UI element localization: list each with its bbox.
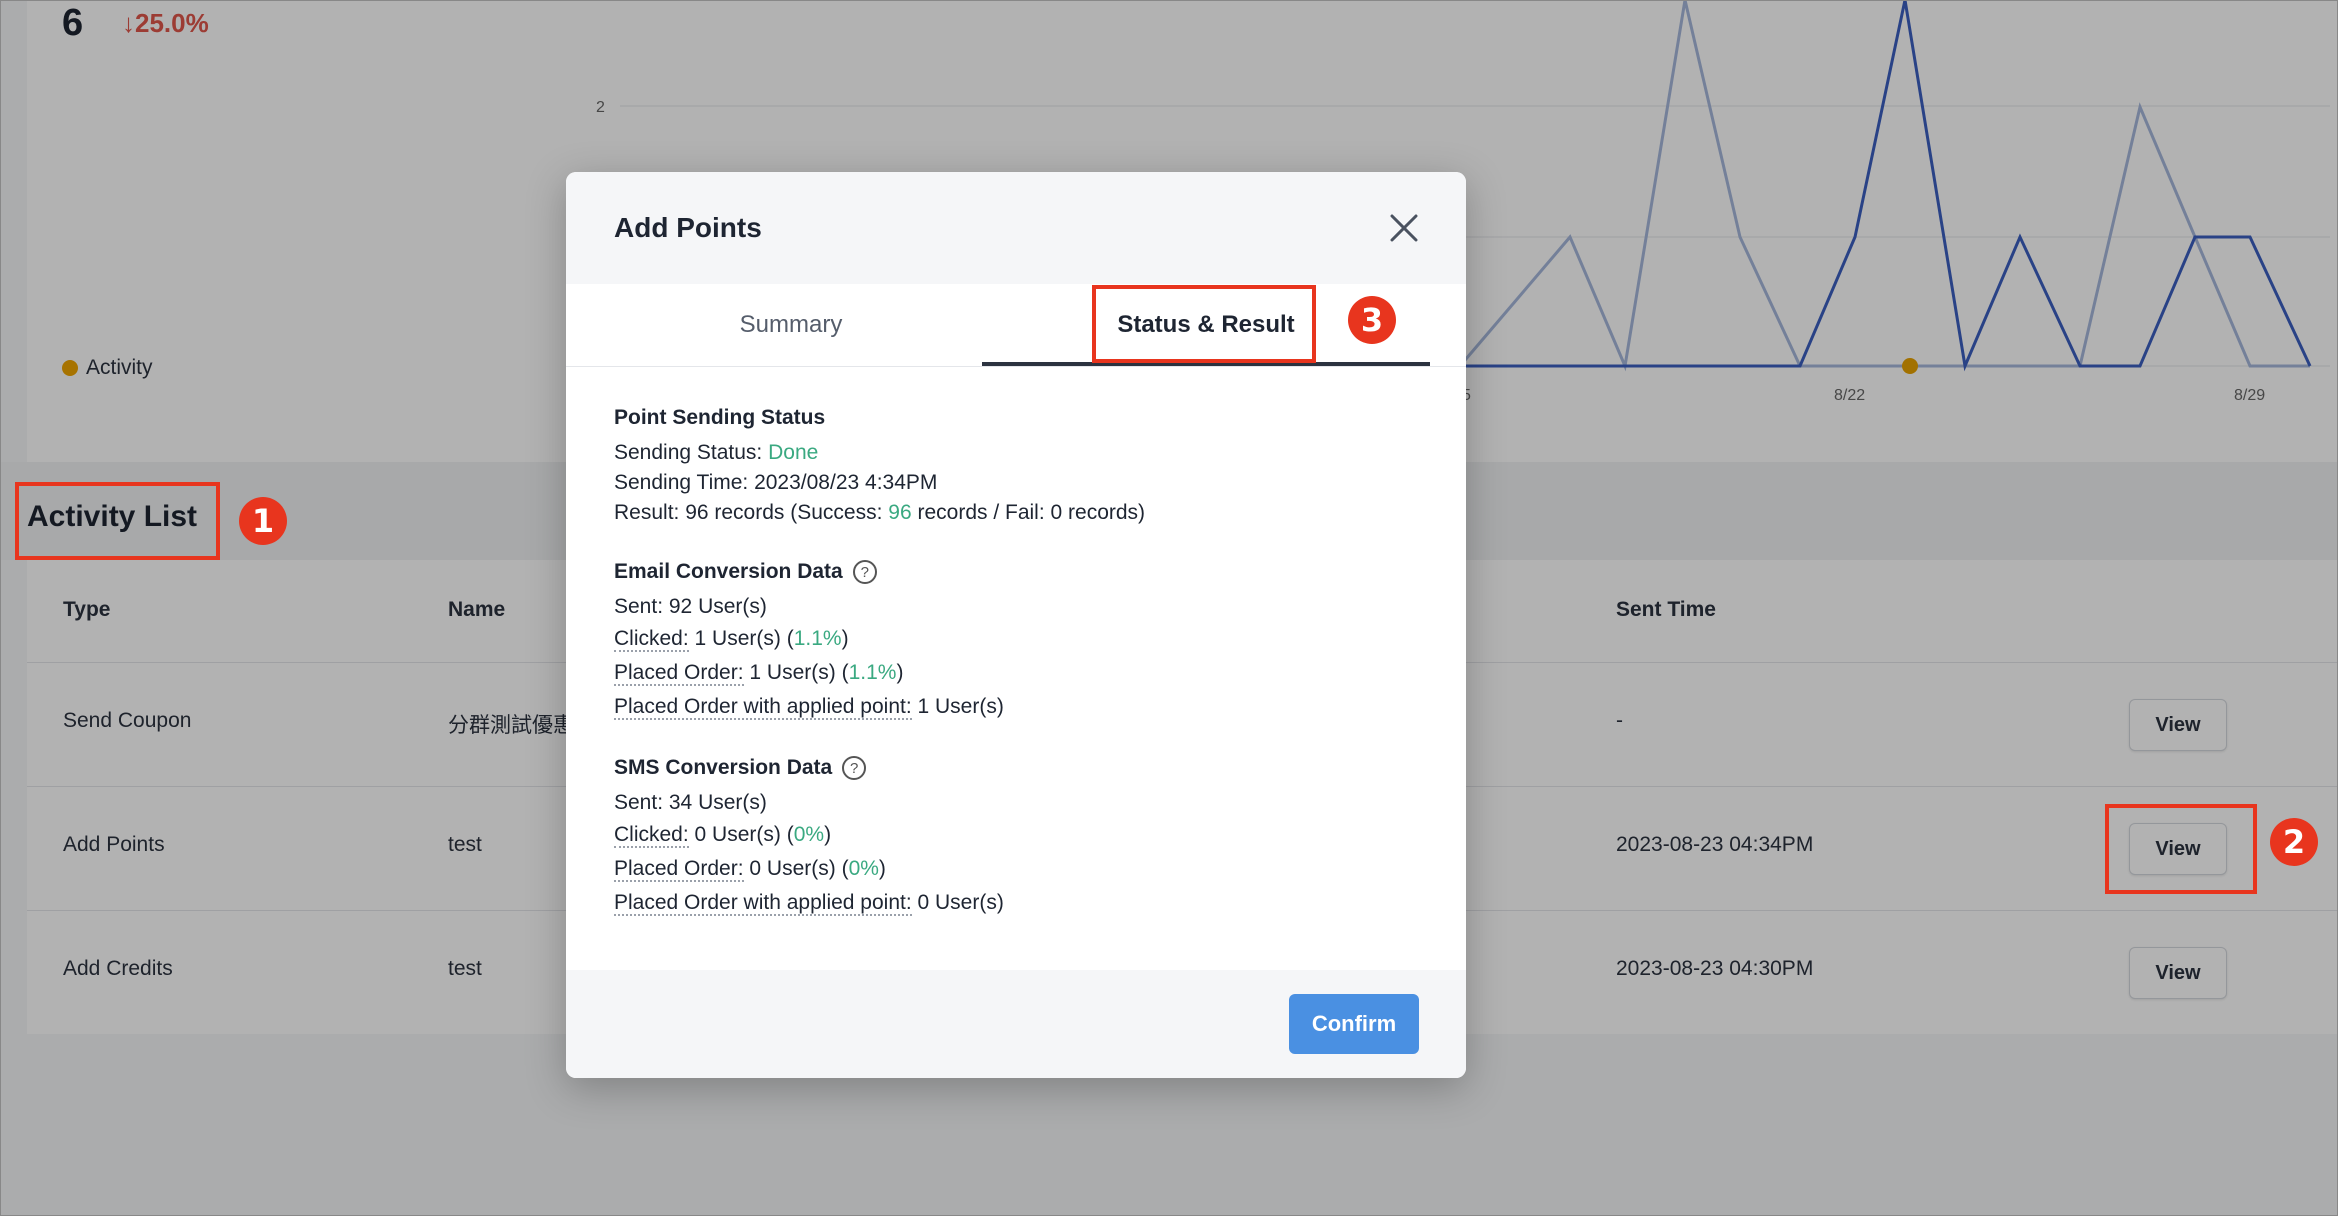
email-applied-value: 1 User(s) [911, 695, 1004, 718]
sending-status-value: Done [768, 441, 819, 464]
email-clicked-pct: 1.1% [793, 627, 842, 650]
sms-sent-value: 34 User(s) [663, 791, 767, 814]
page: 6 ↓25.0% 2 5 8/22 8/29 Activity Activity… [0, 0, 2338, 1216]
email-conversion-title: Email Conversion Data ? [614, 558, 1434, 586]
email-clicked-value: 1 User(s) ( [688, 627, 794, 650]
sms-conversion-label: SMS Conversion Data [614, 756, 833, 779]
annotation-badge-2: 2 [2270, 818, 2318, 866]
modal-header: Add Points [566, 172, 1466, 284]
add-points-modal: Add Points Summary Status & Result Point… [566, 172, 1466, 1078]
sms-applied-value: 0 User(s) [911, 891, 1004, 914]
annotation-badge-1: 1 [239, 497, 287, 545]
annotation-box-activity-list [15, 482, 220, 560]
sms-sent-label: Sent: [614, 791, 664, 814]
annotation-box-view [2105, 804, 2257, 894]
modal-tabs: Summary Status & Result [566, 284, 1466, 367]
annotation-badge-3: 3 [1348, 296, 1396, 344]
sms-sent: Sent: 34 User(s) [614, 788, 1434, 818]
email-conversion-label: Email Conversion Data [614, 560, 843, 583]
modal-body: Point Sending Status Sending Status: Don… [614, 404, 1434, 920]
close-icon[interactable] [1384, 208, 1424, 248]
email-clicked-label[interactable]: Clicked: [614, 627, 689, 652]
email-applied-label[interactable]: Placed Order with applied point: [614, 695, 912, 720]
result-text: Result: 96 records (Success: [614, 501, 889, 524]
sms-placed-order: Placed Order: 0 User(s) (0%) [614, 857, 886, 882]
sms-placed-pct: 0% [848, 857, 879, 880]
email-sent: Sent: 92 User(s) [614, 592, 1434, 622]
sms-applied: Placed Order with applied point: 0 User(… [614, 886, 1434, 920]
email-applied: Placed Order with applied point: 1 User(… [614, 690, 1434, 724]
point-status-title: Point Sending Status [614, 406, 826, 429]
email-placed-pct: 1.1% [848, 661, 897, 684]
sms-clicked-label[interactable]: Clicked: [614, 823, 689, 848]
sending-status-label: Sending Status: [614, 441, 769, 464]
sms-applied-label[interactable]: Placed Order with applied point: [614, 891, 912, 916]
email-clicked: Clicked: 1 User(s) (1.1%) [614, 627, 849, 652]
modal-footer: Confirm [566, 970, 1466, 1078]
help-icon[interactable]: ? [842, 756, 867, 780]
result-text-tail: records / Fail: 0 records) [911, 501, 1146, 524]
confirm-button[interactable]: Confirm [1289, 994, 1419, 1054]
sending-status: Sending Status: Done [614, 438, 1434, 468]
email-placed-label[interactable]: Placed Order: [614, 661, 744, 686]
help-icon[interactable]: ? [852, 560, 877, 584]
modal-title: Add Points [614, 212, 762, 243]
email-placed-order: Placed Order: 1 User(s) (1.1%) [614, 661, 904, 686]
sending-time: Sending Time: 2023/08/23 4:34PM [614, 471, 938, 494]
sms-clicked: Clicked: 0 User(s) (0%) [614, 823, 832, 848]
annotation-box-status-tab [1092, 285, 1316, 363]
result-success-count: 96 [888, 501, 912, 524]
tab-summary[interactable]: Summary [566, 284, 1016, 366]
sms-placed-value: 0 User(s) ( [743, 857, 849, 880]
sms-clicked-value: 0 User(s) ( [688, 823, 794, 846]
sms-placed-label[interactable]: Placed Order: [614, 857, 744, 882]
email-sent-value: 92 User(s) [663, 595, 767, 618]
email-sent-label: Sent: [614, 595, 664, 618]
sms-conversion-title: SMS Conversion Data ? [614, 754, 1434, 782]
sending-result: Result: 96 records (Success: 96 records … [614, 498, 1434, 528]
email-placed-value: 1 User(s) ( [743, 661, 849, 684]
sms-clicked-pct: 0% [793, 823, 825, 846]
